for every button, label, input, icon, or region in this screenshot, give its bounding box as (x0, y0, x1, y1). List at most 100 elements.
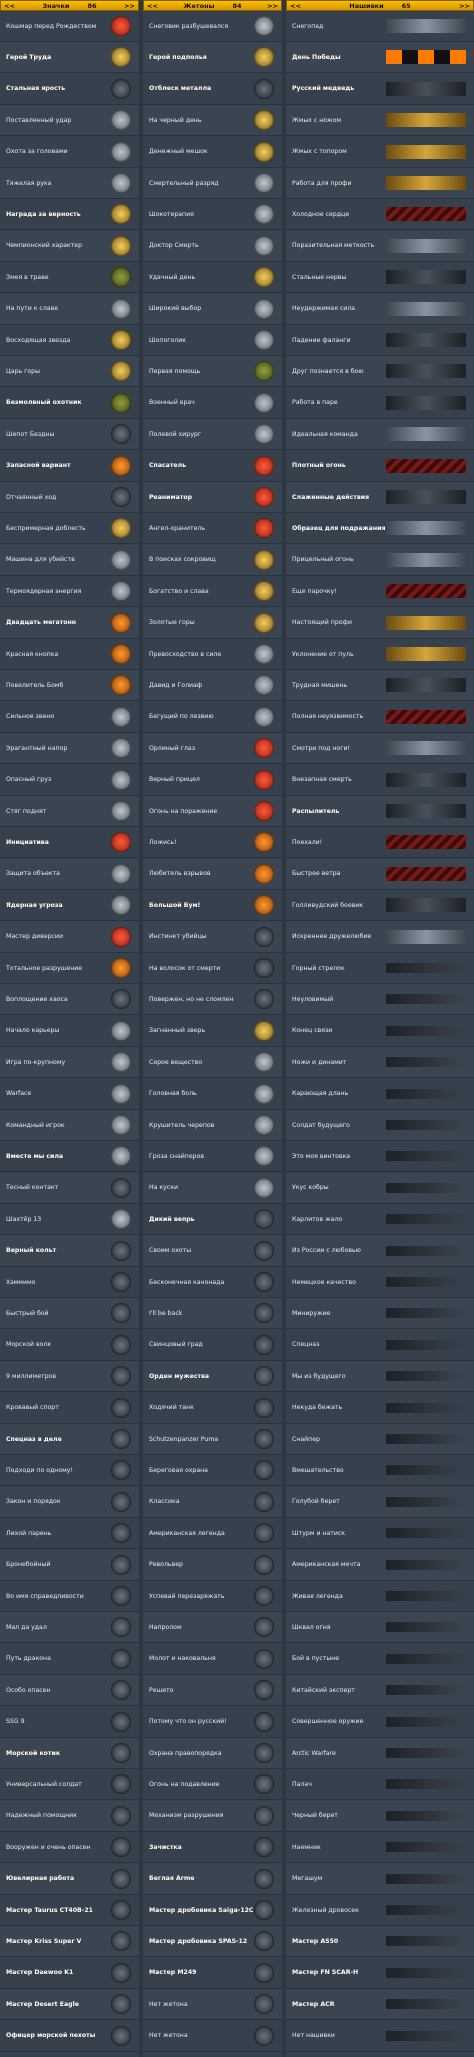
list-item[interactable]: Реаниматор (143, 482, 282, 513)
list-item[interactable]: Поразительная меткость (286, 230, 474, 262)
list-item[interactable]: Во имя справедливости (0, 1581, 139, 1612)
list-item[interactable]: Особо опасен (0, 1675, 139, 1707)
list-item[interactable]: Некуда бежать (286, 1393, 474, 1424)
list-item[interactable]: Военный врач (143, 388, 282, 419)
list-item[interactable]: Тяжелая рука (0, 168, 139, 199)
list-item[interactable]: Мастер AS50 (286, 1926, 474, 1958)
list-item[interactable]: Смотри под ноги! (286, 733, 474, 765)
list-item[interactable]: Большой Бум! (143, 890, 282, 922)
list-item[interactable]: Повелитель Бомб (0, 670, 139, 702)
list-item[interactable]: Идеальная команда (286, 419, 474, 451)
list-item[interactable]: Кровавый спорт (0, 1393, 139, 1424)
prev-arrow[interactable]: << (147, 2, 158, 10)
list-item[interactable]: Отчаянный ход (0, 482, 139, 513)
list-item[interactable]: Инициатива (0, 827, 139, 859)
list-item[interactable]: Немецкое качество (286, 1267, 474, 1298)
list-item[interactable]: Карающая длань (286, 1079, 474, 1110)
list-item[interactable]: Игра по-крупному (0, 1047, 139, 1079)
list-item[interactable]: Морской волк (0, 1330, 139, 1361)
list-item[interactable]: Палач (286, 1769, 474, 1801)
list-item[interactable]: Орлиный глаз (143, 733, 282, 765)
list-item[interactable]: Термоядерная энергия (0, 576, 139, 608)
list-item[interactable]: Мастер Taurus CT40B-21 (0, 1895, 139, 1926)
list-item[interactable]: Вмешательство (286, 1455, 474, 1487)
list-item[interactable]: Надежный помощник (0, 1800, 139, 1832)
list-item[interactable]: Шокотерапия (143, 199, 282, 231)
list-item[interactable]: Револьвер (143, 1549, 282, 1581)
list-item[interactable]: Бегущий по лезвию (143, 702, 282, 733)
list-item[interactable]: Универсальный солдат (0, 1769, 139, 1801)
list-item[interactable]: Шепот Бездны (0, 419, 139, 451)
list-item[interactable]: Неуловимый (286, 984, 474, 1016)
list-item[interactable]: Инстинкт убийцы (143, 921, 282, 953)
list-item[interactable]: Холодное сердце (286, 199, 474, 231)
list-item[interactable]: Запасной вариант (0, 451, 139, 482)
list-item[interactable]: Настоящий профи (286, 607, 474, 639)
list-item[interactable]: Подходи по одному! (0, 1455, 139, 1487)
list-item[interactable]: Ангел-хранитель (143, 513, 282, 545)
list-item[interactable]: Падение фаланги (286, 325, 474, 356)
list-item[interactable]: Кошмар перед Рождеством (0, 11, 139, 42)
list-item[interactable]: Защита объекта (0, 858, 139, 890)
list-item[interactable]: Красная кнопка (0, 639, 139, 670)
list-item[interactable]: Удачный день (143, 262, 282, 294)
list-item[interactable]: На пути к славе (0, 293, 139, 325)
list-item[interactable]: Тесный контакт (0, 1172, 139, 1204)
list-item[interactable]: Искреннее дружелюбие (286, 921, 474, 953)
list-item[interactable]: Мастер M249 (143, 1958, 282, 1989)
list-item[interactable]: Офицер морской пехоты (0, 2021, 139, 2052)
list-item[interactable]: Работа в паре (286, 388, 474, 419)
list-item[interactable]: Закон и порядок (0, 1486, 139, 1518)
next-arrow[interactable]: >> (124, 2, 135, 10)
list-item[interactable]: Мастер Desert Eagle (0, 1989, 139, 2021)
list-item[interactable]: Голливудский боевик (286, 890, 474, 922)
list-item[interactable]: Стальные нервы (286, 262, 474, 294)
list-item[interactable]: Загнанный зверь (143, 1016, 282, 1047)
list-item[interactable]: Путь дракона (0, 1644, 139, 1675)
list-item[interactable]: Головная боль (143, 1079, 282, 1110)
list-item[interactable]: Опасный груз (0, 765, 139, 796)
list-item[interactable]: Машина для убийств (0, 544, 139, 576)
list-item[interactable]: Неудержимая сила (286, 293, 474, 325)
list-item[interactable]: Карлитов жало (286, 1204, 474, 1236)
list-item[interactable]: Спецназ (286, 1330, 474, 1361)
list-item[interactable]: Орден мужества (143, 1361, 282, 1393)
list-item[interactable]: 9 миллиметров (0, 1361, 139, 1393)
list-item[interactable]: Штурм и натиск (286, 1518, 474, 1550)
list-item[interactable]: Тотальное разрушение (0, 953, 139, 984)
list-item[interactable]: Снайпер (286, 1424, 474, 1455)
list-item[interactable]: Напролом (143, 1612, 282, 1644)
list-item[interactable]: Беспримерная доблесть (0, 513, 139, 545)
list-item[interactable]: Мастер дробовика Saiga-12С (143, 1895, 282, 1926)
list-item[interactable]: Русский медведь (286, 74, 474, 105)
list-item[interactable]: Бронебойный (0, 1549, 139, 1581)
list-item[interactable]: Стяг поднят (0, 796, 139, 827)
list-item[interactable]: Друг познается в бою (286, 356, 474, 388)
list-item[interactable]: Хэммимо (0, 1267, 139, 1298)
list-item[interactable]: Мастер Kriss Super V (0, 1926, 139, 1958)
list-item[interactable]: Смертельный разряд (143, 168, 282, 199)
list-item[interactable]: Классика (143, 1486, 282, 1518)
list-item[interactable]: Слаженные действия (286, 482, 474, 513)
list-item[interactable]: Еще парочку! (286, 576, 474, 608)
list-item[interactable]: Мастер FN SCAR-H (286, 1958, 474, 1989)
list-item[interactable]: Ходячий танк (143, 1393, 282, 1424)
list-item[interactable]: Ложись! (143, 827, 282, 859)
list-item[interactable]: Плотный огонь (286, 451, 474, 482)
list-item[interactable]: На волосок от смерти (143, 953, 282, 984)
list-item[interactable]: Жмых с топором (286, 137, 474, 168)
list-item[interactable]: Вместе мы сила (0, 1141, 139, 1173)
list-item[interactable]: Внезапная смерть (286, 765, 474, 796)
list-item[interactable]: Черный берет (286, 1800, 474, 1832)
list-item[interactable]: Мегашум (286, 1863, 474, 1895)
list-item[interactable]: Прицельный огонь (286, 544, 474, 576)
list-item[interactable]: Американская легенда (143, 1518, 282, 1550)
list-item[interactable]: Снеговик разбушевался (143, 11, 282, 42)
list-item[interactable]: Царь горы (0, 356, 139, 388)
list-item[interactable]: Полевой хирург (143, 419, 282, 451)
list-item[interactable]: Быстрый бой (0, 1298, 139, 1330)
list-item[interactable]: Мы из будущего (286, 1361, 474, 1393)
next-arrow[interactable]: >> (267, 2, 278, 10)
list-item[interactable]: Мал да удал (0, 1612, 139, 1644)
list-item[interactable]: Любитель взрывов (143, 858, 282, 890)
